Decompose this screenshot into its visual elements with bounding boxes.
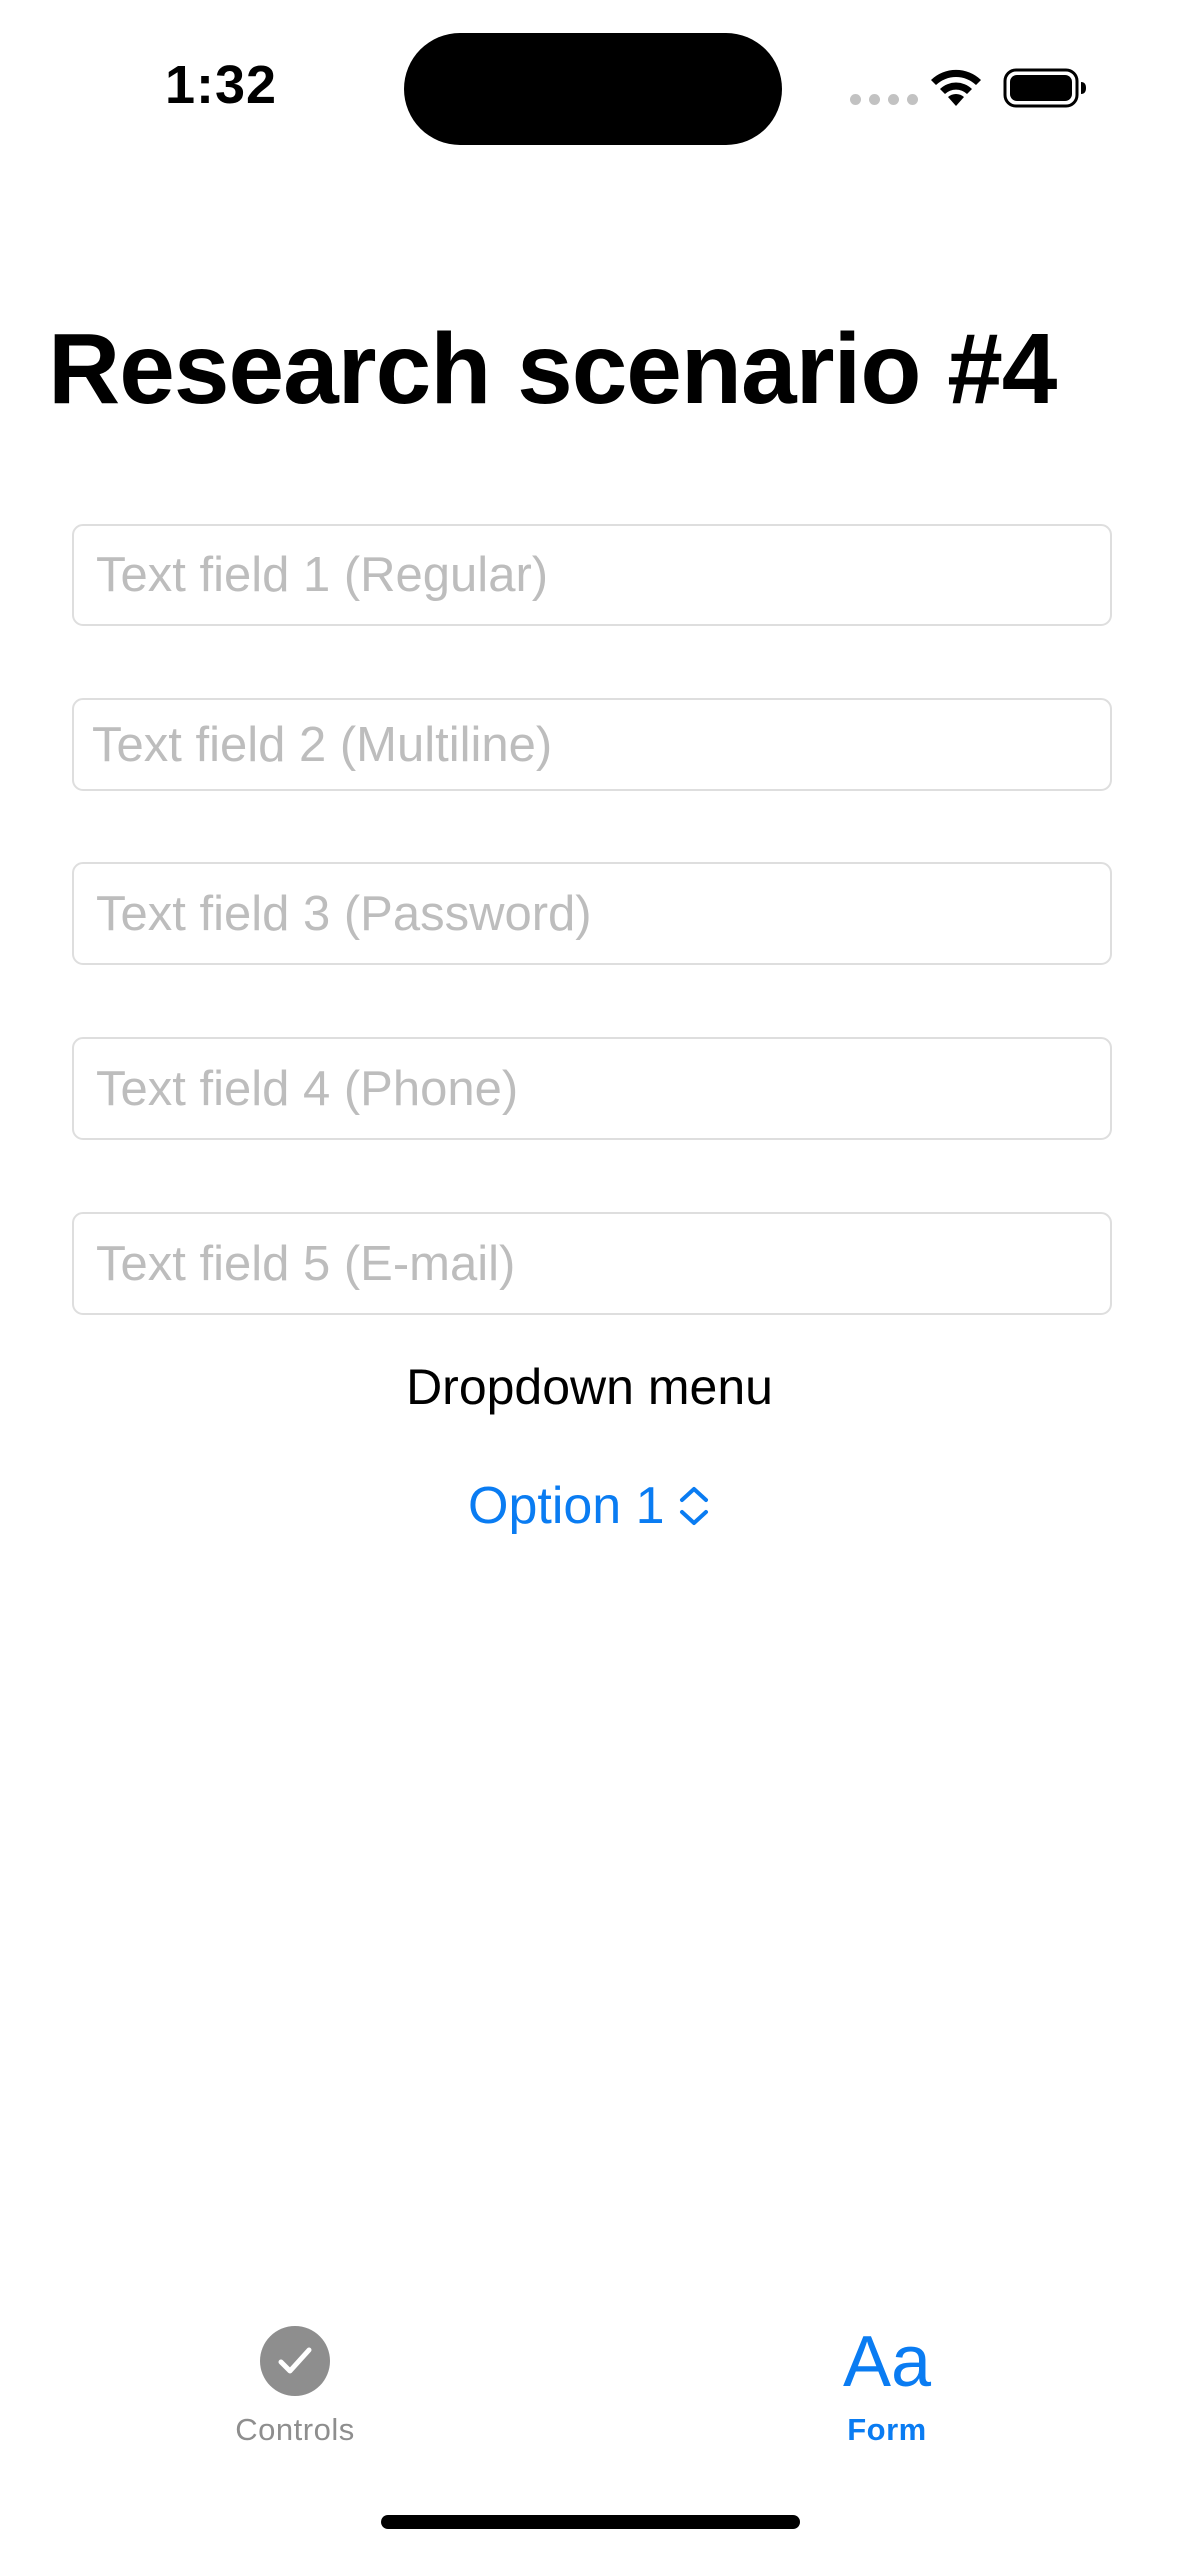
- tab-form[interactable]: Aa Form: [757, 2326, 1017, 2448]
- text-field-password[interactable]: Text field 3 (Password): [72, 862, 1112, 965]
- text-field-regular[interactable]: Text field 1 (Regular): [72, 524, 1112, 626]
- dropdown-label: Dropdown menu: [406, 1359, 773, 1415]
- dropdown-selected-value: Option 1: [468, 1477, 665, 1535]
- status-time: 1:32: [165, 55, 278, 115]
- wifi-icon: [931, 69, 981, 106]
- text-format-icon: Aa: [842, 2322, 932, 2402]
- checkmark-circle-icon: [260, 2326, 330, 2396]
- chevron-up-down-icon: [679, 1487, 708, 1525]
- tab-label-form: Form: [847, 2412, 927, 2447]
- text-field-multiline[interactable]: Text field 2 (Multiline): [72, 698, 1112, 791]
- battery-icon: [1003, 68, 1086, 108]
- home-indicator[interactable]: [381, 2515, 800, 2529]
- cellular-signal-icon: [850, 94, 918, 105]
- tab-label-controls: Controls: [235, 2412, 355, 2447]
- page-title: Research scenario #4: [48, 313, 1057, 425]
- tab-controls[interactable]: Controls: [165, 2326, 425, 2448]
- dynamic-island: [404, 33, 782, 145]
- dropdown-menu-button[interactable]: Option 1: [468, 1476, 711, 1536]
- text-field-phone[interactable]: Text field 4 (Phone): [72, 1037, 1112, 1140]
- text-field-email[interactable]: Text field 5 (E-mail): [72, 1212, 1112, 1315]
